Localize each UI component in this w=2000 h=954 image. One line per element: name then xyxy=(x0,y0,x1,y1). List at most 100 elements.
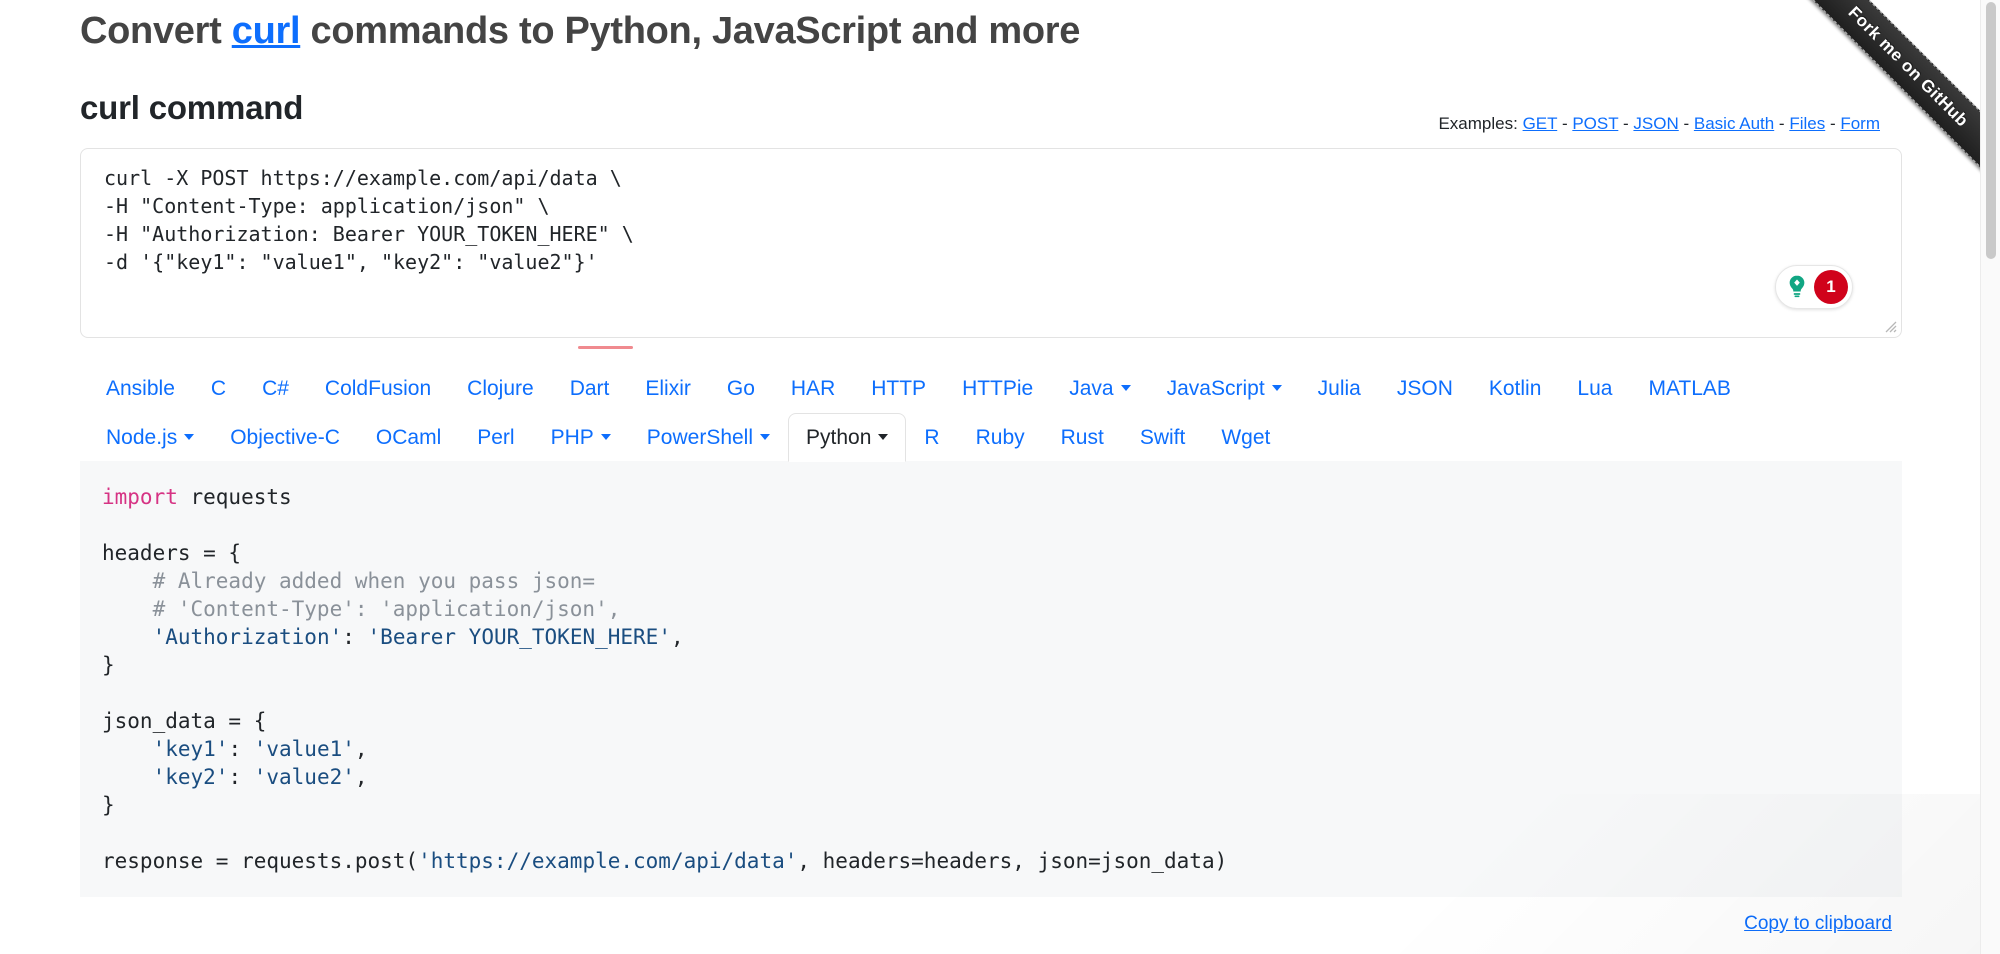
tab-perl[interactable]: Perl xyxy=(459,413,532,462)
curl-input[interactable]: curl -X POST https://example.com/api/dat… xyxy=(102,161,1862,292)
code-token-plain: : xyxy=(228,764,254,789)
tab-label: ColdFusion xyxy=(324,376,432,400)
tab-label: Dart xyxy=(569,376,610,400)
tab-go[interactable]: Go xyxy=(709,364,773,413)
code-token-kw: import xyxy=(102,484,178,509)
tab-har[interactable]: HAR xyxy=(773,364,853,413)
tab-label: PowerShell xyxy=(646,425,754,449)
page-title-prefix: Convert xyxy=(80,10,232,52)
tab-rust[interactable]: Rust xyxy=(1043,413,1122,462)
examples-separator: - xyxy=(1618,113,1634,133)
code-token-plain: , xyxy=(670,624,684,649)
tab-c[interactable]: C xyxy=(193,364,244,413)
tab-php[interactable]: PHP xyxy=(533,413,629,462)
code-token-plain: : xyxy=(228,736,254,761)
tab-http[interactable]: HTTP xyxy=(853,364,944,413)
tab-java[interactable]: Java xyxy=(1051,364,1148,413)
code-token-plain: , xyxy=(354,736,368,761)
tab-label: Python xyxy=(806,425,872,449)
tab-node-js[interactable]: Node.js xyxy=(88,413,212,462)
tab-label: Perl xyxy=(477,425,515,449)
copy-to-clipboard-link[interactable]: Copy to clipboard xyxy=(1744,913,1892,934)
tab-json[interactable]: JSON xyxy=(1379,364,1471,413)
code-token-plain: response = requests.post( xyxy=(102,848,419,873)
tab-ruby[interactable]: Ruby xyxy=(958,413,1043,462)
grammarly-badge[interactable]: 1 xyxy=(1775,264,1853,309)
tab-label: Go xyxy=(726,376,755,400)
code-token-comment: # Already added when you pass json= xyxy=(102,568,596,593)
tab-label: Swift xyxy=(1139,425,1186,449)
example-link-get[interactable]: GET xyxy=(1523,114,1558,133)
language-tabs-row-2: Node.js Objective-C OCaml Perl PHP PowerShell… xyxy=(88,412,1902,462)
tab-label: Lua xyxy=(1577,376,1613,400)
example-link-files[interactable]: Files xyxy=(1789,114,1825,133)
tab-dart[interactable]: Dart xyxy=(552,364,628,413)
page-scrollbar-thumb[interactable] xyxy=(1986,2,1996,259)
tab-objective-c[interactable]: Objective-C xyxy=(212,413,358,462)
example-link-basic-auth[interactable]: Basic Auth xyxy=(1694,114,1774,133)
tab-powershell[interactable]: PowerShell xyxy=(629,413,788,462)
code-token-str: 'Bearer YOUR_TOKEN_HERE' xyxy=(367,624,671,649)
tab-lua[interactable]: Lua xyxy=(1559,364,1630,413)
tab-httpie[interactable]: HTTPie xyxy=(944,364,1051,413)
generated-code[interactable]: import requests headers = { # Already ad… xyxy=(80,483,1902,875)
textarea-resize-handle[interactable] xyxy=(1881,317,1897,333)
tab-julia[interactable]: Julia xyxy=(1300,364,1379,413)
page-root: Fork me on GitHub Convert curl commands … xyxy=(0,0,2000,954)
tab-clojure[interactable]: Clojure xyxy=(449,364,552,413)
code-token-str: 'value1' xyxy=(253,736,355,761)
tab-label: OCaml xyxy=(375,425,442,449)
tab-label: C# xyxy=(262,376,289,400)
tab-swift[interactable]: Swift xyxy=(1122,413,1204,462)
language-tabs[interactable]: Ansible C C# ColdFusion Clojure Dart Elixir Go H… xyxy=(80,364,1902,462)
curl-link[interactable]: curl xyxy=(232,10,301,52)
examples-separator: - xyxy=(1774,113,1790,133)
tab-label: Elixir xyxy=(645,376,691,400)
example-link-json[interactable]: JSON xyxy=(1633,114,1678,133)
examples-list: GET - POST - JSON - Basic Auth - Files -… xyxy=(1523,114,1880,133)
tab-wget[interactable]: Wget xyxy=(1203,413,1288,462)
chevron-down-icon xyxy=(600,433,611,440)
tab-kotlin[interactable]: Kotlin xyxy=(1471,364,1560,413)
code-token-str: 'key2' xyxy=(152,764,229,789)
tab-label: C xyxy=(210,376,227,400)
example-link-form[interactable]: Form xyxy=(1840,114,1880,133)
code-token-comment: # 'Content-Type': 'application/json', xyxy=(102,596,621,621)
tab-label: Ruby xyxy=(975,425,1025,449)
tab-label: Julia xyxy=(1317,376,1361,400)
tab-label: Java xyxy=(1069,376,1114,400)
tab-ocaml[interactable]: OCaml xyxy=(358,413,459,462)
spellcheck-underline xyxy=(578,345,633,349)
tab-matlab[interactable]: MATLAB xyxy=(1630,364,1748,413)
curl-command-box[interactable]: curl -X POST https://example.com/api/dat… xyxy=(80,147,1902,349)
code-token-str: 'key1' xyxy=(152,736,229,761)
copy-row: Copy to clipboard xyxy=(80,897,1902,935)
tab-label: Objective-C xyxy=(230,425,340,449)
page-scrollbar-track[interactable] xyxy=(1980,0,2000,954)
page-title: Convert curl commands to Python, JavaScr… xyxy=(80,0,1902,56)
code-token-str: 'value2' xyxy=(253,764,355,789)
tab-coldfusion[interactable]: ColdFusion xyxy=(307,364,449,413)
grammarly-issue-count[interactable]: 1 xyxy=(1814,269,1848,304)
code-token-plain: , xyxy=(354,764,368,789)
tab-r[interactable]: R xyxy=(906,413,957,462)
content-container: Convert curl commands to Python, JavaScr… xyxy=(80,0,1902,935)
tab-label: Node.js xyxy=(106,425,178,449)
tab-c-[interactable]: C# xyxy=(244,364,307,413)
tab-label: HAR xyxy=(790,376,836,400)
lightbulb-icon[interactable] xyxy=(1782,272,1812,302)
example-link-post[interactable]: POST xyxy=(1572,114,1618,133)
tab-label: Kotlin xyxy=(1488,376,1542,400)
code-token-str: 'Authorization' xyxy=(152,624,343,649)
tab-ansible[interactable]: Ansible xyxy=(88,364,193,413)
tab-javascript[interactable]: JavaScript xyxy=(1149,364,1300,413)
code-token-plain: requests xyxy=(177,484,292,509)
code-token-plain: : xyxy=(342,624,368,649)
code-token-plain: } xyxy=(102,652,115,677)
tab-elixir[interactable]: Elixir xyxy=(627,364,709,413)
tab-label: HTTPie xyxy=(962,376,1034,400)
tab-python[interactable]: Python xyxy=(788,412,907,462)
code-token-plain: , headers=headers, json=json_data) xyxy=(797,848,1228,873)
section-heading-row: curl command Examples: GET - POST - JSON… xyxy=(80,88,1902,140)
